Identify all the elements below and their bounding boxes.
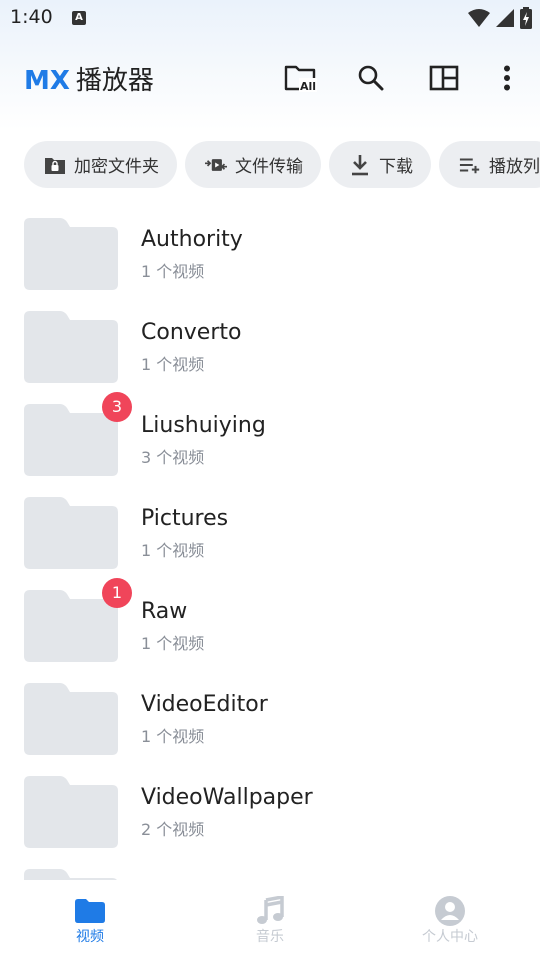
video-folder-icon	[40, 896, 140, 926]
nav-label: 音乐	[256, 929, 284, 945]
app-title: MX 播放器	[24, 60, 154, 97]
brand-name: 播放器	[75, 66, 154, 96]
folder-video-count: 2 个视频	[141, 820, 205, 839]
more-options-button[interactable]	[490, 62, 524, 94]
new-video-badge: 1	[102, 578, 132, 608]
chip-label: 下载	[379, 157, 413, 177]
folder-name: Converto	[141, 320, 242, 345]
chip-label: 文件传输	[235, 157, 303, 177]
status-bar: 1:40 A	[0, 0, 540, 38]
folder-list: Authority 1 个视频 Converto 1 个视频 3 Liushui…	[0, 212, 540, 956]
folder-row[interactable]: VideoEditor 1 个视频	[0, 677, 540, 770]
quick-action-chips: 加密文件夹 文件传输 下载 播放列	[24, 141, 540, 189]
chip-file-transfer[interactable]: 文件传输	[185, 141, 321, 188]
folder-icon	[24, 683, 118, 755]
folder-name: Pictures	[141, 506, 229, 531]
chip-playlist[interactable]: 播放列	[439, 141, 540, 188]
folder-video-count: 1 个视频	[141, 727, 205, 746]
battery-icon	[520, 7, 532, 29]
folder-name: Raw	[141, 599, 188, 624]
folder-row[interactable]: Converto 1 个视频	[0, 305, 540, 398]
folder-all-label: All	[300, 80, 316, 93]
more-vertical-icon	[504, 65, 510, 91]
music-note-icon	[220, 896, 320, 926]
folder-icon	[24, 218, 118, 290]
folder-name: Liushuiying	[141, 413, 266, 438]
brand-logo-mx: MX	[24, 66, 70, 96]
chip-label: 加密文件夹	[74, 157, 159, 177]
folder-row[interactable]: Authority 1 个视频	[0, 212, 540, 305]
download-icon	[349, 154, 371, 176]
wifi-icon	[468, 9, 490, 27]
folder-row[interactable]: VideoWallpaper 2 个视频	[0, 770, 540, 863]
new-video-badge: 3	[102, 392, 132, 422]
view-mode-button[interactable]	[426, 62, 462, 94]
chip-download[interactable]: 下载	[329, 141, 431, 188]
folder-video-count: 1 个视频	[141, 355, 205, 374]
folder-name: Authority	[141, 227, 243, 252]
search-icon	[358, 65, 384, 91]
folder-all-icon: All	[284, 65, 317, 93]
nav-label: 视频	[76, 929, 104, 945]
folder-name: VideoWallpaper	[141, 785, 313, 810]
chip-label: 播放列	[489, 157, 540, 177]
folder-video-count: 1 个视频	[141, 541, 205, 560]
status-icons	[468, 7, 532, 29]
folder-video-count: 3 个视频	[141, 448, 205, 467]
nav-tab-profile[interactable]: 个人中心	[400, 896, 500, 946]
chip-encrypted-folder[interactable]: 加密文件夹	[24, 141, 177, 188]
folder-name: VideoEditor	[141, 692, 268, 717]
notification-icon: A	[72, 11, 86, 25]
folder-row[interactable]: Pictures 1 个视频	[0, 491, 540, 584]
file-transfer-icon	[205, 154, 227, 176]
folder-icon	[24, 311, 118, 383]
lock-folder-icon	[44, 154, 66, 176]
view-layout-icon	[429, 65, 459, 91]
folder-row[interactable]: 3 Liushuiying 3 个视频	[0, 392, 540, 491]
nav-label: 个人中心	[422, 929, 478, 945]
status-time: 1:40	[10, 6, 53, 28]
nav-tab-video[interactable]: 视频	[40, 896, 140, 946]
cell-signal-icon	[496, 9, 514, 27]
account-icon	[400, 896, 500, 926]
playlist-add-icon	[459, 154, 481, 176]
nav-tab-music[interactable]: 音乐	[220, 896, 320, 946]
folder-video-count: 1 个视频	[141, 262, 205, 281]
folder-row[interactable]: 1 Raw 1 个视频	[0, 578, 540, 677]
app-bar: MX 播放器 All	[0, 50, 540, 106]
bottom-nav: 视频 音乐 个人中心	[0, 880, 540, 960]
folder-icon	[24, 776, 118, 848]
screen: 1:40 A MX 播放器 All 加密文件夹 文件传输 下载 播放列 Auth…	[0, 0, 540, 960]
folder-video-count: 1 个视频	[141, 634, 205, 653]
folder-all-button[interactable]: All	[283, 62, 319, 94]
folder-icon	[24, 497, 118, 569]
search-button[interactable]	[353, 62, 389, 94]
